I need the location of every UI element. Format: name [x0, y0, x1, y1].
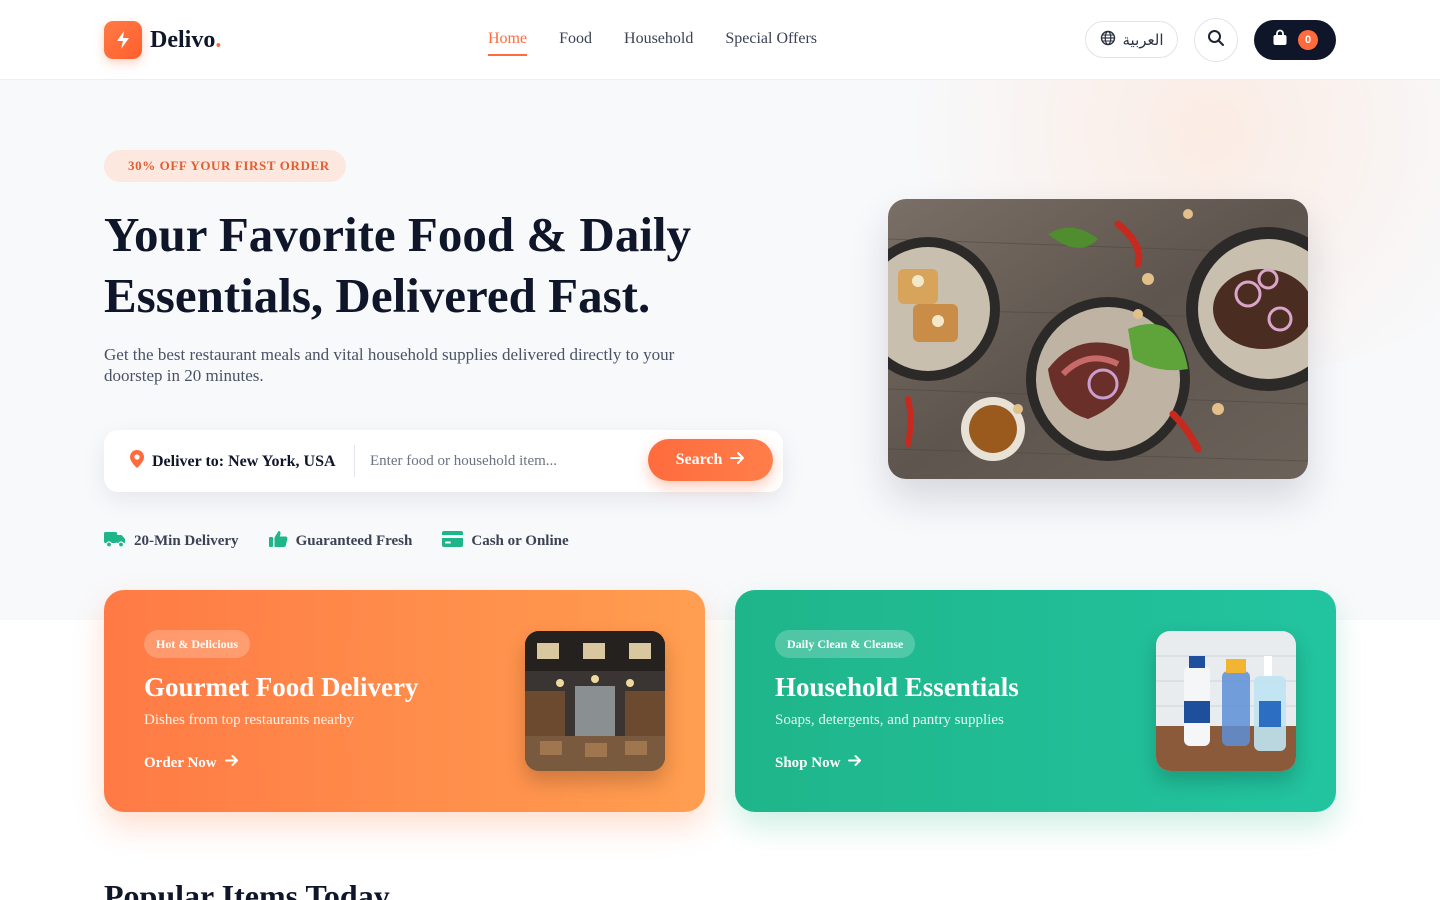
map-pin-icon: [130, 450, 144, 473]
hero-title-line-2: Essentials, Delivered Fast.: [104, 268, 651, 323]
credit-card-icon: [442, 531, 464, 552]
search-divider: [354, 445, 355, 477]
header-search-button[interactable]: [1194, 18, 1238, 62]
popular-items-title: Popular Items Today: [104, 878, 390, 900]
feature-item: 20-Min Delivery: [104, 530, 239, 553]
order-now-label: Order Now: [144, 754, 217, 771]
hero-section: 30% OFF YOUR FIRST ORDER Your Favorite F…: [0, 80, 1440, 620]
delivery-search-bar: Deliver to: New York, USA Search: [104, 430, 783, 492]
card-tag: Hot & Delicious: [144, 630, 250, 658]
restaurant-image: [525, 631, 665, 771]
hero-food-image: [888, 199, 1308, 479]
nav-item-household[interactable]: Household: [624, 30, 693, 54]
hero-title: Your Favorite Food & Daily Essentials, D…: [104, 204, 744, 326]
card-title: Household Essentials: [775, 672, 1019, 702]
feature-label: Cash or Online: [471, 533, 569, 549]
shopping-bag-icon: [1272, 29, 1288, 51]
feature-list: 20-Min Delivery Guaranteed Fresh Cash or…: [104, 530, 569, 553]
truck-icon: [104, 530, 126, 553]
feature-item: Cash or Online: [442, 530, 569, 553]
nav-item-home[interactable]: Home: [488, 30, 528, 56]
hero-subtitle: Get the best restaurant meals and vital …: [104, 345, 675, 385]
globe-icon: [1100, 30, 1116, 50]
card-description: Dishes from top restaurants nearby: [144, 712, 354, 728]
brand-name: Delivo: [150, 26, 216, 53]
arrow-right-icon: [730, 451, 745, 470]
feature-item: Guaranteed Fresh: [268, 530, 413, 553]
promo-badge: 30% OFF YOUR FIRST ORDER: [104, 150, 346, 182]
shop-now-link[interactable]: Shop Now: [775, 754, 862, 772]
card-tag: Daily Clean & Cleanse: [775, 630, 916, 658]
hero-title-line-1: Your Favorite Food & Daily: [104, 207, 692, 262]
feature-label: Guaranteed Fresh: [295, 533, 413, 549]
search-icon: [1207, 29, 1225, 52]
thumbs-up-icon: [268, 530, 288, 553]
card-description: Soaps, detergents, and pantry supplies: [775, 712, 1004, 728]
bolt-icon: [104, 21, 142, 59]
order-now-link[interactable]: Order Now: [144, 754, 239, 772]
brand-dot: .: [215, 26, 222, 53]
deliver-to-label: Deliver to: New York, USA: [152, 452, 336, 470]
arrow-right-icon: [224, 754, 239, 772]
cart-button[interactable]: 0: [1254, 20, 1336, 60]
logo[interactable]: Delivo.: [104, 21, 221, 59]
language-label: العربية: [1122, 30, 1164, 49]
feature-label: 20-Min Delivery: [134, 533, 239, 549]
search-button[interactable]: Search: [648, 439, 773, 481]
deliver-to-location[interactable]: Deliver to: New York, USA: [130, 450, 336, 473]
arrow-right-icon: [848, 754, 862, 772]
nav-item-food[interactable]: Food: [559, 30, 592, 54]
shop-now-label: Shop Now: [775, 754, 841, 771]
language-switch-button[interactable]: العربية: [1085, 21, 1178, 58]
site-header: Delivo. Home Food Household Special Offe…: [0, 0, 1440, 80]
main-nav: Home Food Household Special Offers: [488, 30, 817, 56]
household-essentials-card[interactable]: Daily Clean & Cleanse Household Essentia…: [735, 590, 1336, 812]
food-delivery-card[interactable]: Hot & Delicious Gourmet Food Delivery Di…: [104, 590, 705, 812]
cart-count-badge: 0: [1298, 30, 1318, 50]
search-button-label: Search: [675, 451, 723, 468]
search-input[interactable]: [370, 446, 640, 476]
nav-item-special-offers[interactable]: Special Offers: [725, 30, 817, 54]
card-title: Gourmet Food Delivery: [144, 672, 419, 702]
household-products-image: [1156, 631, 1296, 771]
